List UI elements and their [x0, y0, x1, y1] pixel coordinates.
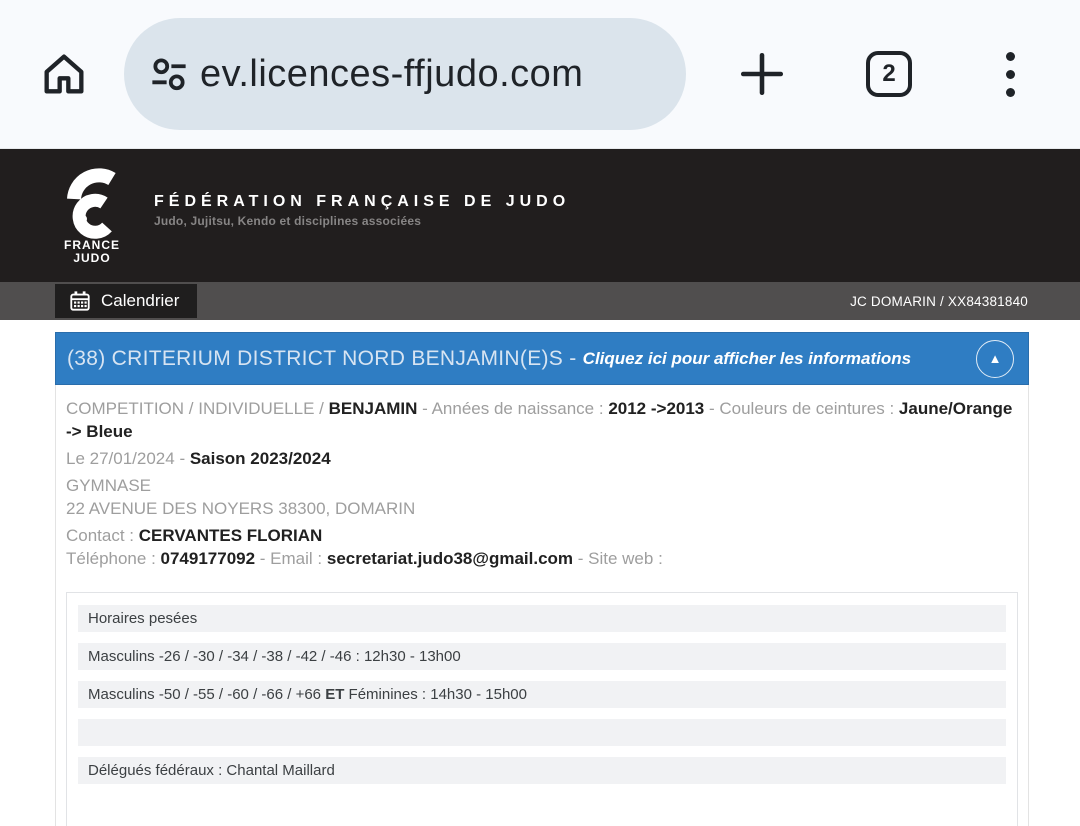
user-club-id: JC DOMARIN / XX84381840 — [850, 294, 1028, 309]
schedule-row-delegates: Délégués fédéraux : Chantal Maillard — [78, 757, 1006, 784]
kebab-dot — [1006, 52, 1015, 61]
calendar-button-label: Calendrier — [101, 291, 179, 311]
triangle-up-icon: ▲ — [989, 351, 1002, 366]
schedule-row: Masculins -26 / -30 / -34 / -38 / -42 / … — [78, 643, 1006, 670]
home-button[interactable] — [36, 46, 92, 102]
browser-chrome-bar: ev.licences-ffjudo.com 2 — [0, 0, 1080, 149]
event-banner[interactable]: (38) CRITERIUM DISTRICT NORD BENJAMIN(E)… — [55, 332, 1029, 385]
contact-name: CERVANTES FLORIAN — [139, 526, 323, 545]
contact-line: Contact : CERVANTES FLORIANTéléphone : 0… — [66, 524, 1018, 570]
site-settings-icon[interactable] — [150, 55, 188, 93]
kebab-dot — [1006, 88, 1015, 97]
collapse-button[interactable]: ▲ — [976, 340, 1014, 378]
logo-text-line2: JUDO — [73, 252, 110, 265]
tab-count: 2 — [882, 60, 895, 88]
navbar: Calendrier JC DOMARIN / XX84381840 — [0, 282, 1080, 320]
tab-switcher-button[interactable]: 2 — [866, 51, 912, 97]
event-date-line: Le 27/01/2024 - Saison 2023/2024 — [66, 447, 1018, 470]
federation-subtitle: Judo, Jujitsu, Kendo et disciplines asso… — [154, 214, 570, 228]
birth-years-value: 2012 ->2013 — [608, 399, 704, 418]
venue-name: GYMNASE — [66, 476, 151, 495]
banner-toggle-hint: Cliquez ici pour afficher les informatio… — [583, 349, 911, 369]
schedule-row-empty — [78, 719, 1006, 746]
venue-line: GYMNASE 22 AVENUE DES NOYERS 38300, DOMAR… — [66, 474, 1018, 520]
event-details: COMPETITION / INDIVIDUELLE / BENJAMIN - … — [55, 385, 1029, 826]
calendar-button[interactable]: Calendrier — [55, 284, 197, 318]
logo-text-line1: FRANCE — [64, 239, 120, 252]
url-bar[interactable]: ev.licences-ffjudo.com — [124, 18, 686, 130]
category-value: BENJAMIN — [329, 399, 418, 418]
phone-value: 0749177092 — [161, 549, 256, 568]
content-wrapper: (38) CRITERIUM DISTRICT NORD BENJAMIN(E)… — [55, 332, 1029, 826]
venue-address: 22 AVENUE DES NOYERS 38300, DOMARIN — [66, 499, 415, 518]
season-value: Saison 2023/2024 — [190, 449, 331, 468]
browser-menu-button[interactable] — [990, 46, 1030, 102]
schedule-row-header: Horaires pesées — [78, 605, 1006, 632]
event-category-line: COMPETITION / INDIVIDUELLE / BENJAMIN - … — [66, 397, 1018, 443]
plus-icon — [737, 49, 787, 99]
federation-title: FÉDÉRATION FRANÇAISE DE JUDO — [154, 193, 570, 211]
site-header: FRANCE JUDO FÉDÉRATION FRANÇAISE DE JUDO… — [0, 149, 1080, 282]
new-tab-button[interactable] — [734, 46, 790, 102]
schedule-table: Horaires pesées Masculins -26 / -30 / -3… — [66, 592, 1018, 826]
kebab-dot — [1006, 70, 1015, 79]
url-text: ev.licences-ffjudo.com — [200, 53, 583, 96]
banner-separator: - — [563, 347, 583, 371]
home-icon — [38, 48, 90, 100]
calendar-icon — [69, 290, 91, 312]
france-judo-logo: FRANCE JUDO — [60, 167, 124, 265]
event-title: (38) CRITERIUM DISTRICT NORD BENJAMIN(E)… — [67, 347, 563, 371]
schedule-row: Masculins -50 / -55 / -60 / -66 / +66 ET… — [78, 681, 1006, 708]
email-value: secretariat.judo38@gmail.com — [327, 549, 573, 568]
